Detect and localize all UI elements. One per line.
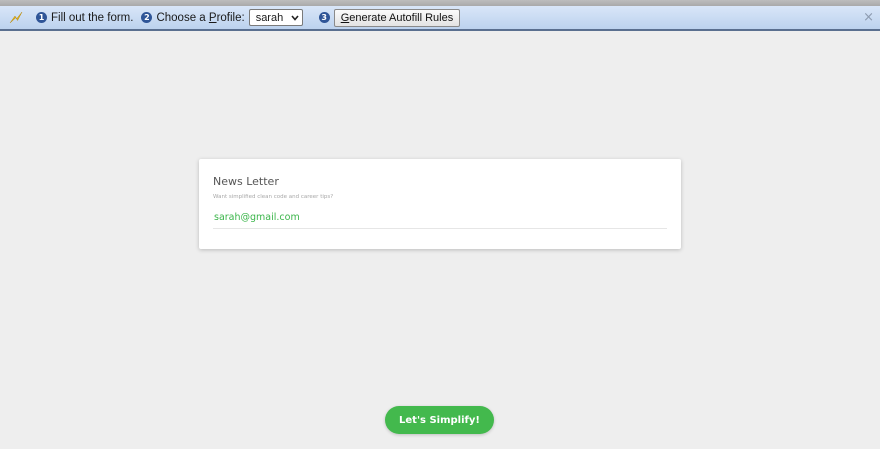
step-3: 3 Generate Autofill Rules <box>318 8 461 27</box>
newsletter-card: News Letter Want simplified clean code a… <box>199 159 681 249</box>
lightning-bolt-icon <box>8 10 24 26</box>
close-icon[interactable]: × <box>863 10 874 25</box>
step-1: 1 Fill out the form. <box>36 12 133 24</box>
card-title: News Letter <box>213 175 279 188</box>
step-2: 2 Choose a Profile: sarah <box>141 9 310 26</box>
step-3-badge: 3 <box>318 12 330 23</box>
step-2-label: Choose a Profile: <box>156 11 245 24</box>
lets-simplify-button[interactable]: Let's Simplify! <box>385 406 494 434</box>
card-subtitle: Want simplified clean code and career ti… <box>213 194 334 200</box>
autofill-toolbar: 1 Fill out the form. 2 Choose a Profile:… <box>0 6 880 31</box>
step-1-label: Fill out the form. <box>51 11 134 24</box>
generate-autofill-rules-button[interactable]: Generate Autofill Rules <box>333 8 461 27</box>
chevron-down-icon <box>291 13 299 23</box>
step-1-badge: 1 <box>36 12 47 23</box>
profile-select-value: sarah <box>255 11 284 24</box>
profile-select[interactable]: sarah <box>248 9 303 26</box>
email-field[interactable]: sarah@gmail.com <box>213 211 667 229</box>
step-2-badge: 2 <box>141 12 153 23</box>
